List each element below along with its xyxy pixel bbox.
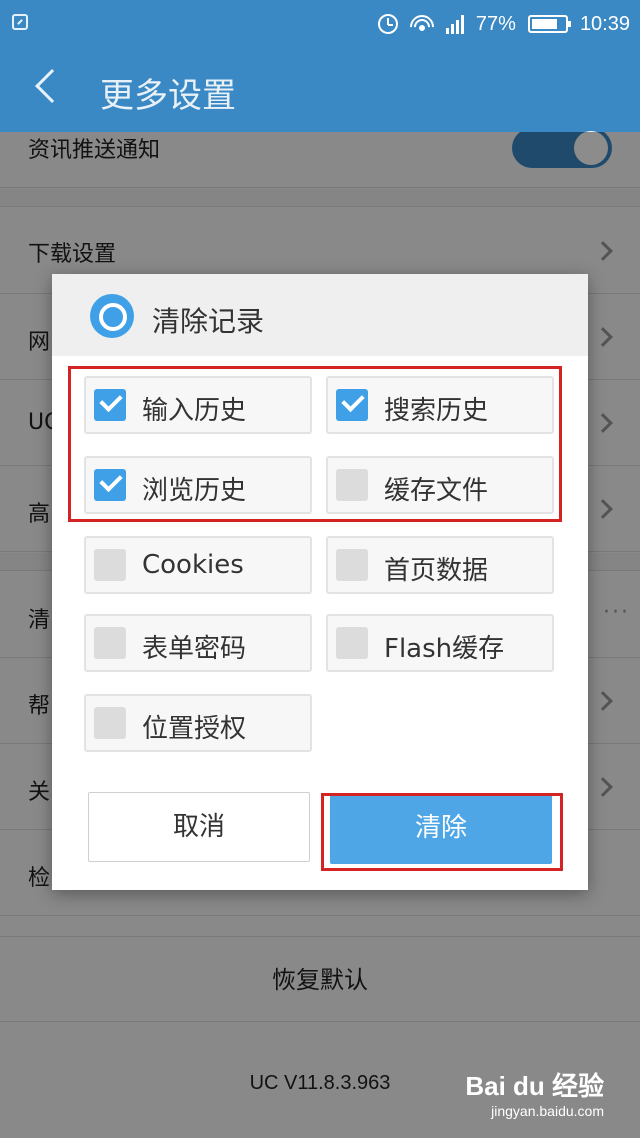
option-label: 首页数据 bbox=[384, 556, 489, 586]
checkbox[interactable] bbox=[94, 549, 126, 581]
checkbox[interactable] bbox=[94, 627, 126, 659]
highlight-box-clear-button bbox=[321, 793, 563, 871]
title-bar: 更多设置 bbox=[0, 48, 640, 132]
checkbox[interactable] bbox=[336, 549, 368, 581]
option-homepage-data[interactable]: 首页数据 bbox=[326, 536, 554, 594]
gear-icon bbox=[90, 294, 134, 338]
option-flash-cache[interactable]: Flash缓存 bbox=[326, 614, 554, 672]
option-location-permission[interactable]: 位置授权 bbox=[84, 694, 312, 752]
option-label: 表单密码 bbox=[142, 634, 247, 664]
status-bar: 77% 10:39 bbox=[0, 0, 640, 48]
battery-icon bbox=[527, 15, 571, 33]
watermark-brand: Bai du 经验 bbox=[465, 1071, 604, 1101]
page-title: 更多设置 bbox=[100, 76, 236, 116]
alarm-icon bbox=[377, 14, 398, 34]
option-label: Flash缓存 bbox=[384, 634, 505, 664]
clock: 10:39 bbox=[579, 12, 630, 35]
screenshot-icon bbox=[12, 14, 28, 30]
checkbox[interactable] bbox=[94, 707, 126, 739]
wifi-icon bbox=[409, 14, 434, 34]
baidu-jingyan-watermark: Bai du 经验 jingyan.baidu.com bbox=[465, 1066, 604, 1119]
signal-icon bbox=[445, 14, 464, 34]
dialog-title: 清除记录 bbox=[152, 305, 265, 338]
option-form-passwords[interactable]: 表单密码 bbox=[84, 614, 312, 672]
option-label: 位置授权 bbox=[142, 714, 247, 744]
option-label: Cookies bbox=[142, 550, 244, 580]
dialog-header: 清除记录 bbox=[52, 274, 588, 356]
back-arrow-icon[interactable] bbox=[35, 69, 69, 103]
watermark-url: jingyan.baidu.com bbox=[491, 1103, 604, 1119]
option-cookies[interactable]: Cookies bbox=[84, 536, 312, 594]
battery-percent: 77% bbox=[475, 12, 516, 35]
cancel-button[interactable]: 取消 bbox=[88, 792, 310, 862]
highlight-box-checked-options bbox=[68, 366, 562, 522]
checkbox[interactable] bbox=[336, 627, 368, 659]
